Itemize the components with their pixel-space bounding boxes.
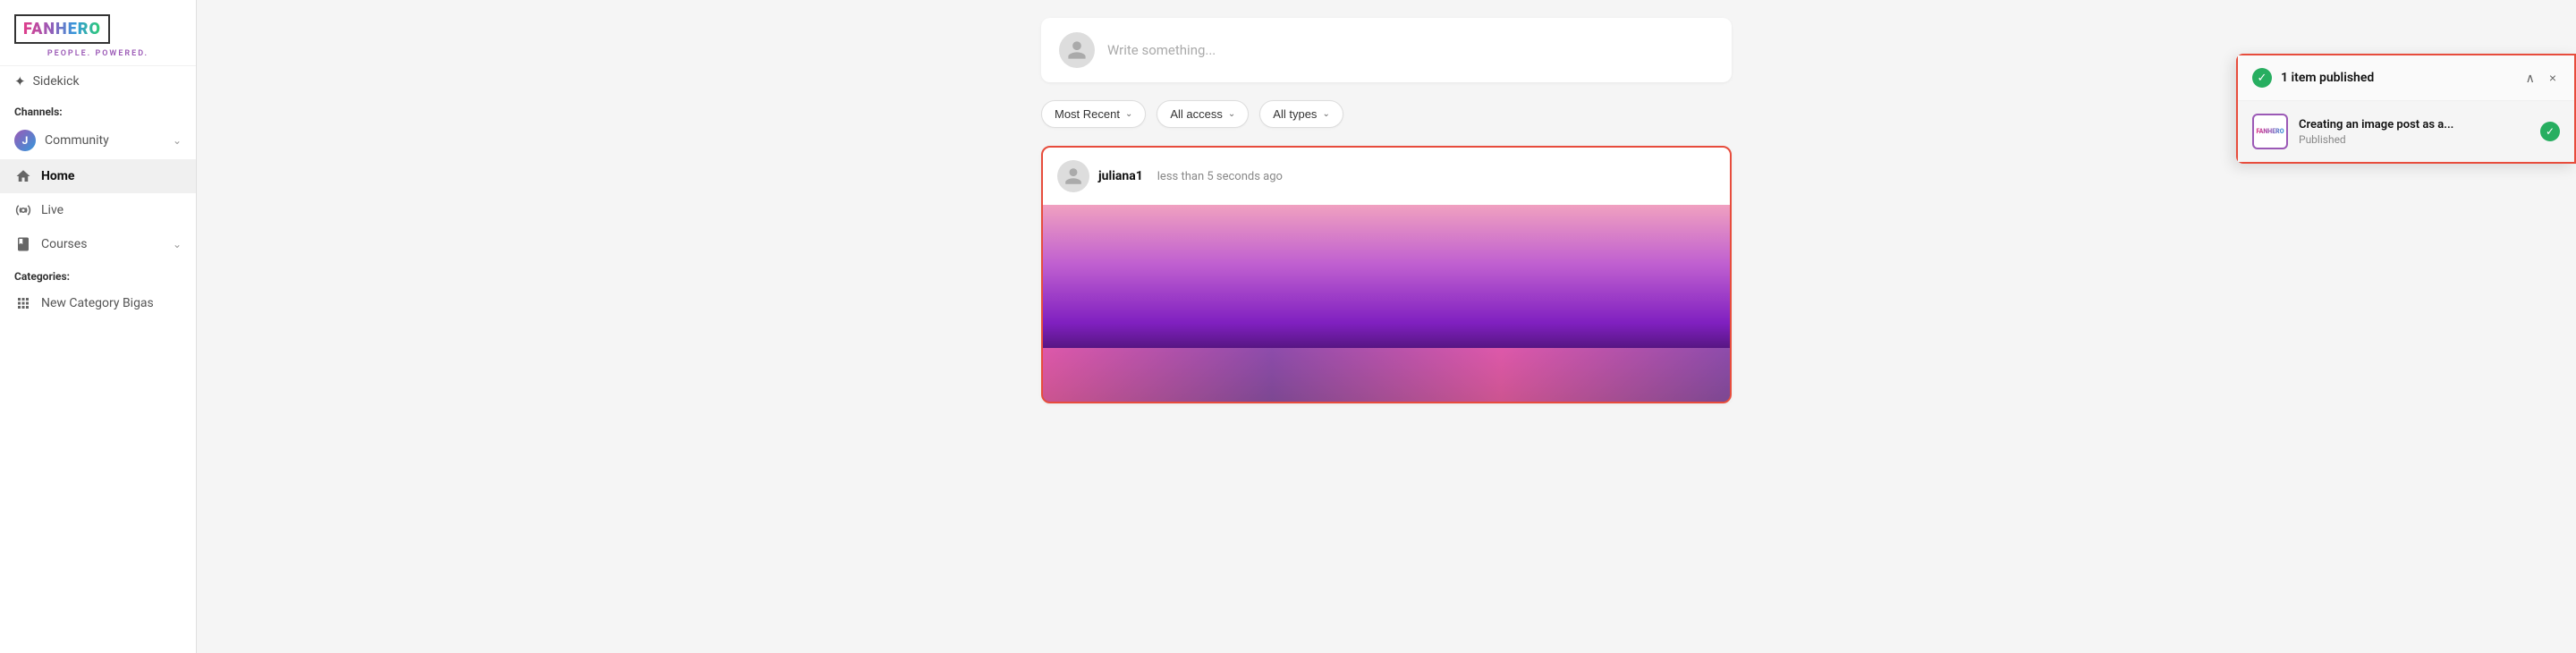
collapse-button[interactable]: ∧ <box>2522 69 2538 88</box>
home-icon <box>14 167 32 185</box>
community-label: Community <box>45 133 109 148</box>
notification-panel: ✓ 1 item published ∧ × FANHERO Creating … <box>2236 54 2576 164</box>
new-category-label: New Category Bigas <box>41 296 154 310</box>
post-image <box>1043 205 1730 402</box>
fanhero-logo-text: FANHERO <box>2256 128 2284 135</box>
sidekick-item[interactable]: ✦ Sidekick <box>0 66 196 97</box>
published-check-icon: ✓ <box>2252 68 2272 88</box>
courses-icon <box>14 235 32 253</box>
main-content: Write something... Most Recent ⌄ All acc… <box>197 0 2576 653</box>
courses-label: Courses <box>41 237 87 251</box>
home-label: Home <box>41 169 74 183</box>
notification-title: 1 item published <box>2281 71 2513 85</box>
close-button[interactable]: × <box>2546 69 2560 87</box>
chevron-down-icon-courses: ⌄ <box>173 238 182 250</box>
notification-content: Creating an image post as a... Published <box>2299 118 2529 146</box>
chevron-down-icon: ⌄ <box>1322 109 1329 119</box>
notif-status: Published <box>2299 133 2529 146</box>
all-types-filter[interactable]: All types ⌄ <box>1259 100 1343 128</box>
sidebar-item-home[interactable]: Home <box>0 159 196 193</box>
post-time: less than 5 seconds ago <box>1157 170 1283 183</box>
categories-label: Categories: <box>0 261 196 286</box>
chevron-down-icon: ⌄ <box>1125 109 1132 119</box>
live-icon <box>14 201 32 219</box>
logo-tagline: PEOPLE. POWERED. <box>14 49 182 58</box>
sidekick-label: Sidekick <box>33 74 80 89</box>
grid-icon <box>14 294 32 312</box>
user-avatar <box>1059 32 1095 68</box>
write-placeholder[interactable]: Write something... <box>1107 42 1714 58</box>
fanhero-logo-small: FANHERO <box>2252 114 2288 149</box>
notification-controls: ∧ × <box>2522 69 2560 88</box>
post-author-avatar <box>1057 160 1089 192</box>
post-card: juliana1 less than 5 seconds ago <box>1041 146 1732 403</box>
wand-icon: ✦ <box>14 73 26 89</box>
sidebar-item-live[interactable]: Live <box>0 193 196 227</box>
most-recent-filter[interactable]: Most Recent ⌄ <box>1041 100 1146 128</box>
write-post-box[interactable]: Write something... <box>1041 18 1732 82</box>
logo-area: FANHERO PEOPLE. POWERED. <box>0 0 196 66</box>
notif-post-title: Creating an image post as a... <box>2299 118 2529 131</box>
notification-item: FANHERO Creating an image post as a... P… <box>2238 101 2574 162</box>
sidebar: FANHERO PEOPLE. POWERED. ✦ Sidekick Chan… <box>0 0 197 653</box>
logo-text: FANHERO <box>23 20 101 38</box>
notif-done-icon: ✓ <box>2540 122 2560 141</box>
chevron-down-icon: ⌄ <box>1228 109 1235 119</box>
all-access-label: All access <box>1170 107 1223 121</box>
sidebar-item-new-category[interactable]: New Category Bigas <box>0 286 196 320</box>
live-label: Live <box>41 203 64 217</box>
logo-box: FANHERO <box>14 14 110 44</box>
sidebar-item-courses[interactable]: Courses ⌄ <box>0 227 196 261</box>
all-access-filter[interactable]: All access ⌄ <box>1157 100 1249 128</box>
all-types-label: All types <box>1273 107 1317 121</box>
channel-letter: J <box>14 130 36 151</box>
filters-row: Most Recent ⌄ All access ⌄ All types ⌄ <box>1041 100 1732 128</box>
channels-label: Channels: <box>0 97 196 122</box>
content-area: Write something... Most Recent ⌄ All acc… <box>1020 0 1753 421</box>
most-recent-label: Most Recent <box>1055 107 1120 121</box>
community-channel-item[interactable]: J Community ⌄ <box>0 122 196 159</box>
notification-header: ✓ 1 item published ∧ × <box>2238 55 2574 101</box>
post-username: juliana1 <box>1098 169 1143 183</box>
post-image-gradient <box>1043 348 1730 402</box>
post-header: juliana1 less than 5 seconds ago <box>1041 146 1732 207</box>
chevron-down-icon: ⌄ <box>173 134 182 147</box>
